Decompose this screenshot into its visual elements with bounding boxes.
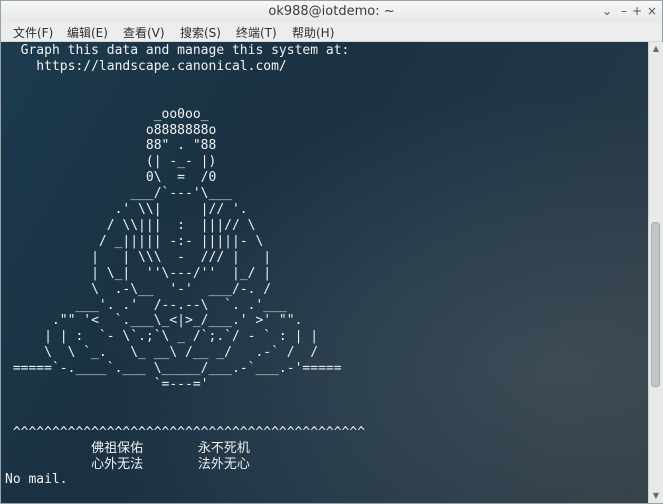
menu-terminal[interactable]: 终端(T) bbox=[236, 24, 277, 41]
title-bar[interactable]: ok988@iotdemo: ~ ⌄ – + × bbox=[1, 1, 662, 23]
terminal-window: ok988@iotdemo: ~ ⌄ – + × 文件(F) 编辑(E) 查看(… bbox=[0, 0, 663, 504]
menu-help[interactable]: 帮助(H) bbox=[292, 24, 334, 41]
terminal-line: ."" '< `.___\_<|>_/___.' >' "". bbox=[5, 313, 303, 329]
terminal-line: | \_| ''\---/'' |_/ | bbox=[5, 265, 272, 281]
terminal-line: Graph this data and manage this system a… bbox=[5, 43, 350, 58]
terminal-line: _oo0oo_ bbox=[5, 106, 209, 122]
terminal-line: https://landscape.canonical.com/ bbox=[5, 58, 287, 74]
terminal-line: | | : `- \`.;`\ _ /`;.`/ - ` : | | bbox=[5, 329, 319, 345]
terminal-line: / _||||| -:- |||||- \ bbox=[5, 233, 264, 249]
menu-edit[interactable]: 编辑(E) bbox=[67, 24, 108, 41]
scroll-down-arrow-icon[interactable]: ▼ bbox=[649, 490, 663, 502]
terminal-line: .' \\| |// '. bbox=[5, 202, 248, 218]
roll-up-button[interactable]: ⌄ bbox=[599, 3, 615, 19]
terminal-output: Graph this data and manage this system a… bbox=[5, 43, 365, 488]
terminal-line: 0\ = /0 bbox=[5, 170, 217, 186]
scroll-up-arrow-icon[interactable]: ▲ bbox=[649, 43, 663, 55]
terminal-line: \ \ `_. \_ __\ /__ _/ .-` / / bbox=[5, 345, 319, 361]
terminal-line: 心外无法 法外无心 bbox=[5, 456, 250, 472]
terminal-line: `=---=' bbox=[5, 377, 209, 393]
terminal-line: o8888888o bbox=[5, 122, 217, 138]
terminal-line: ___/`---'\___ bbox=[5, 186, 232, 202]
terminal-line: \ .-\__ '-' ___/-. / bbox=[5, 281, 272, 297]
vertical-scrollbar[interactable]: ▲ ▼ bbox=[648, 42, 663, 503]
terminal-line: 佛祖保佑 永不死机 bbox=[5, 440, 250, 456]
terminal-line: (| -_- |) bbox=[5, 154, 217, 170]
scrollbar-thumb[interactable] bbox=[651, 222, 660, 387]
terminal-line: | | \\\ - /// | | bbox=[5, 249, 272, 265]
menu-bar: 文件(F) 编辑(E) 查看(V) 搜索(S) 终端(T) 帮助(H) bbox=[1, 23, 662, 42]
terminal-line: No mail. bbox=[5, 472, 68, 488]
menu-file[interactable]: 文件(F) bbox=[13, 24, 53, 41]
close-button[interactable]: × bbox=[644, 3, 660, 19]
terminal-line: ___'. .' /--.--\ `. .'___ bbox=[5, 297, 287, 313]
terminal-line: ^^^^^^^^^^^^^^^^^^^^^^^^^^^^^^^^^^^^^^^^… bbox=[5, 424, 366, 440]
terminal-line: / \\||| : |||// \ bbox=[5, 217, 256, 233]
terminal-area[interactable]: Graph this data and manage this system a… bbox=[1, 42, 648, 503]
menu-search[interactable]: 搜索(S) bbox=[180, 24, 221, 41]
terminal-line: 88" . "88 bbox=[5, 138, 217, 154]
maximize-button[interactable]: + bbox=[629, 3, 645, 19]
terminal-line: =====`-.____`.___ \_____/___.-`___.-'===… bbox=[5, 361, 342, 377]
menu-view[interactable]: 查看(V) bbox=[123, 24, 165, 41]
window-title: ok988@iotdemo: ~ bbox=[268, 4, 395, 19]
scrollbar-track[interactable] bbox=[651, 56, 660, 489]
